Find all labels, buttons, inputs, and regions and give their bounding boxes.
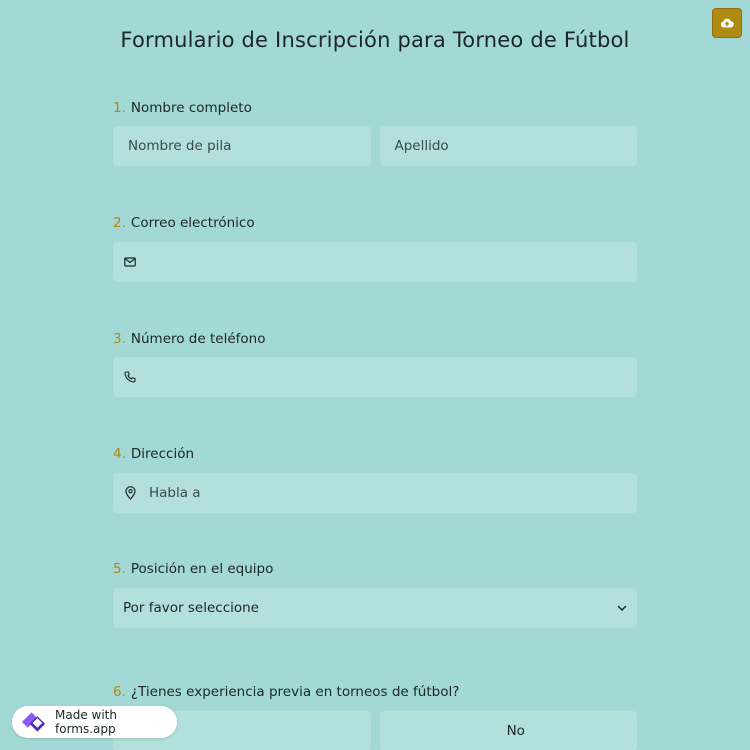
question-number: 4. (113, 446, 126, 462)
address-input[interactable]: Habla a (113, 473, 637, 513)
question-label: ¿Tienes experiencia previa en torneos de… (130, 684, 460, 700)
position-selected-value: Por favor seleccione (123, 600, 259, 616)
question-phone: 3. Número de teléfono (113, 329, 637, 397)
phone-input[interactable] (113, 357, 637, 397)
badge-text: Made with forms.app (55, 708, 117, 736)
envelope-icon (113, 257, 147, 267)
question-number: 1. (113, 100, 126, 116)
address-placeholder: Habla a (149, 485, 201, 501)
last-name-input[interactable]: Apellido (379, 126, 637, 166)
question-address: 4. Dirección Habla a (113, 444, 637, 513)
email-input[interactable] (113, 242, 637, 282)
question-number: 2. (113, 215, 126, 231)
made-with-forms-app-badge[interactable]: Made with forms.app (12, 706, 177, 738)
question-label: Nombre completo (130, 100, 252, 116)
question-number: 5. (113, 561, 126, 577)
first-name-input[interactable]: Nombre de pila (113, 126, 371, 166)
question-position: 5. Posición en el equipo Por favor selec… (113, 559, 637, 628)
question-label: Número de teléfono (130, 331, 266, 347)
form-title: Formulario de Inscripción para Torneo de… (120, 28, 630, 52)
question-number: 3. (113, 331, 126, 347)
question-label: Posición en el equipo (130, 561, 274, 577)
question-full-name: 1. Nombre completo Nombre de pila Apelli… (113, 98, 637, 166)
chevron-down-icon (617, 600, 627, 616)
experience-option-no[interactable]: No (379, 711, 637, 750)
forms-app-logo-icon (21, 712, 46, 732)
phone-icon (113, 371, 147, 383)
question-email: 2. Correo electrónico (113, 213, 637, 282)
question-number: 6. (113, 684, 126, 700)
question-label: Correo electrónico (130, 215, 255, 231)
question-experience: 6. ¿Tienes experiencia previa en torneos… (113, 682, 637, 750)
map-pin-icon (113, 486, 147, 500)
question-label: Dirección (130, 446, 195, 462)
position-select[interactable]: Por favor seleccione (113, 588, 637, 628)
